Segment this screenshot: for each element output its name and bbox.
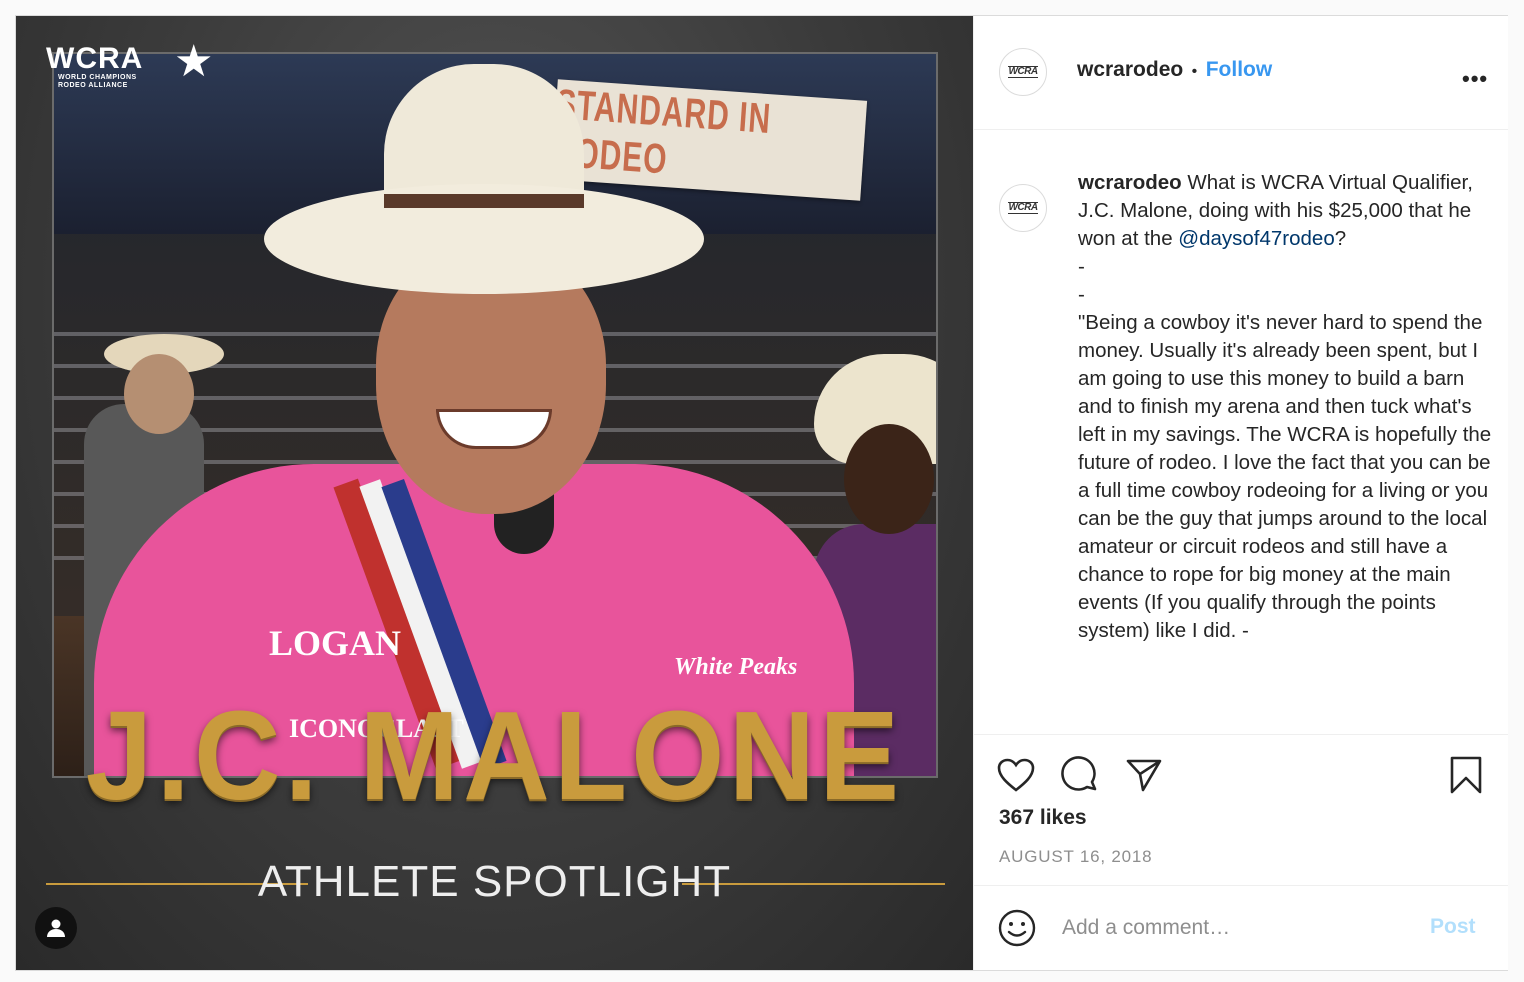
- action-bar: 367 likes AUGUST 16, 2018: [974, 734, 1508, 886]
- more-options-icon[interactable]: •••: [1462, 66, 1488, 92]
- emoji-icon[interactable]: [997, 908, 1037, 948]
- shirt-logo-logan: LOGAN: [269, 623, 402, 663]
- star-icon: ★: [174, 37, 214, 86]
- tagged-users-button[interactable]: [35, 907, 77, 949]
- follow-button[interactable]: Follow: [1206, 58, 1273, 81]
- caption-username[interactable]: wcrarodeo: [1078, 171, 1182, 194]
- athlete-photo: STANDARD IN RODEO LOGAN ICONOCLAST White…: [52, 52, 938, 778]
- instagram-post: STANDARD IN RODEO LOGAN ICONOCLAST White…: [15, 15, 1508, 971]
- spotlight-label: ATHLETE SPOTLIGHT: [257, 857, 732, 906]
- wcra-logo: WCRA ★ WORLD CHAMPIONS RODEO ALLIANCE: [46, 37, 214, 90]
- comment-bar: Post: [974, 884, 1508, 970]
- post-date[interactable]: AUGUST 16, 2018: [999, 847, 1152, 867]
- bookmark-icon[interactable]: [1446, 755, 1486, 795]
- post-comment-button[interactable]: Post: [1430, 915, 1476, 939]
- header-username[interactable]: wcrarodeo: [1077, 58, 1183, 81]
- post-header: WCRA wcrarodeo • Follow •••: [974, 16, 1508, 130]
- likes-count[interactable]: 367 likes: [999, 806, 1087, 830]
- athlete-name: J.C. MALONE: [85, 685, 904, 827]
- caption-quote: "Being a cowboy it's never hard to spend…: [1078, 311, 1492, 642]
- comment-input[interactable]: [1062, 914, 1392, 942]
- heart-icon[interactable]: [996, 755, 1036, 795]
- shirt-logo-whitepeaks: White Peaks: [674, 654, 798, 680]
- post-image[interactable]: STANDARD IN RODEO LOGAN ICONOCLAST White…: [16, 16, 973, 970]
- caption-text: wcrarodeo What is WCRA Virtual Qualifier…: [1078, 169, 1496, 645]
- share-icon[interactable]: [1124, 755, 1164, 795]
- post-sidebar: WCRA wcrarodeo • Follow ••• WCRA wcrarod…: [973, 16, 1508, 970]
- avatar[interactable]: WCRA: [999, 48, 1047, 96]
- caption-scroll-area[interactable]: WCRA wcrarodeo What is WCRA Virtual Qual…: [974, 129, 1508, 734]
- mention-link[interactable]: @daysof47rodeo: [1178, 227, 1334, 250]
- person-icon: [47, 919, 65, 937]
- cowboy-hat: [264, 64, 704, 324]
- comment-icon[interactable]: [1060, 755, 1100, 795]
- caption-avatar[interactable]: WCRA: [999, 184, 1047, 232]
